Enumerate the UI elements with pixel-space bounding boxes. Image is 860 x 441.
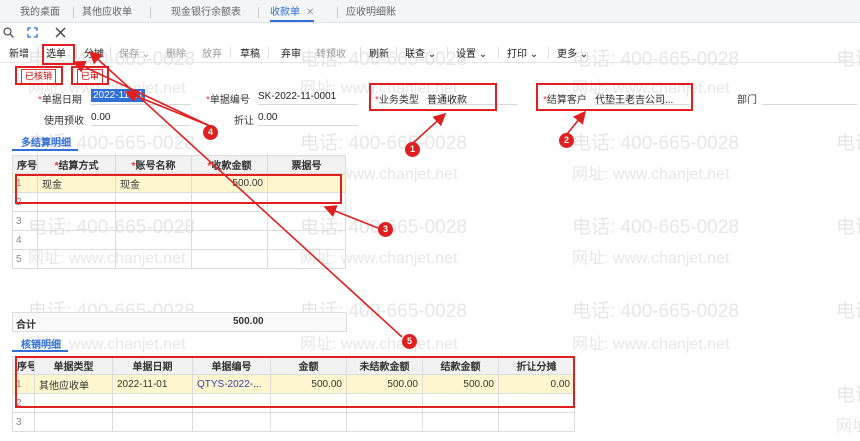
- annotation-badge: 4: [203, 125, 218, 140]
- annotation-badge: 1: [405, 142, 420, 157]
- annotation-badge: 5: [402, 334, 417, 349]
- annotation-badge: 3: [378, 222, 393, 237]
- annotation-arrows: [72, 50, 587, 338]
- annotation-badge: 2: [559, 133, 574, 148]
